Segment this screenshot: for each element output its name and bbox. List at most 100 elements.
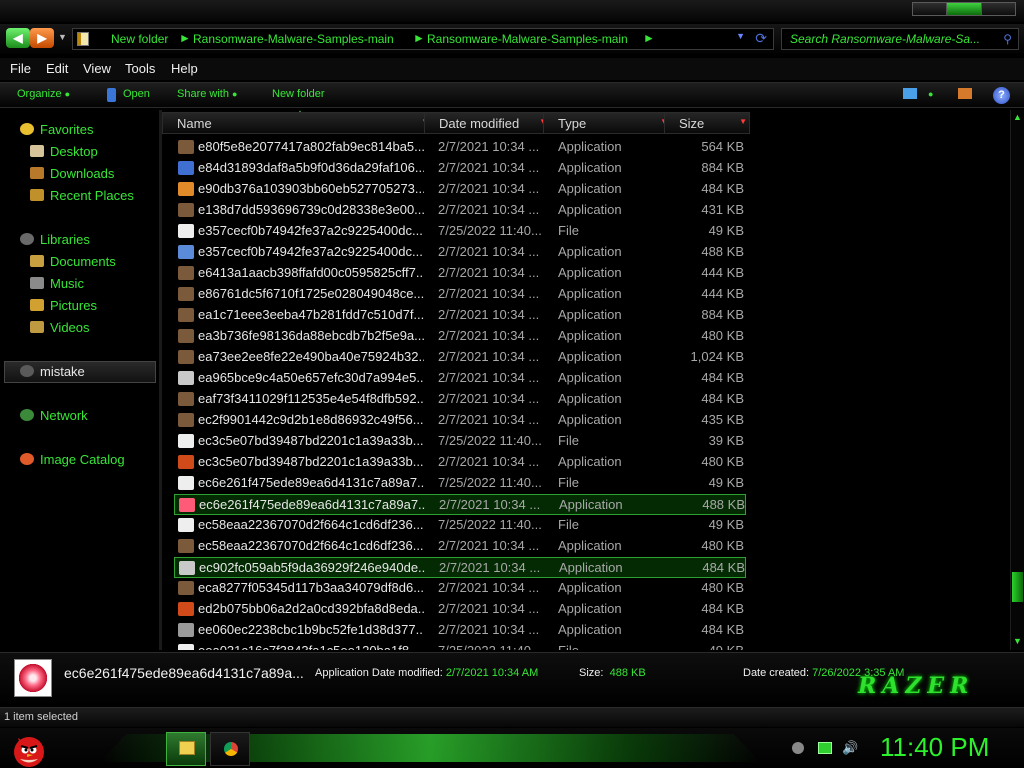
scroll-down-icon[interactable]: ▼ — [1013, 636, 1022, 646]
menu-view[interactable]: View — [83, 61, 111, 76]
music-icon — [30, 277, 44, 289]
nav-desktop[interactable]: Desktop — [30, 144, 98, 159]
menu-help[interactable]: Help — [171, 61, 198, 76]
breadcrumb-new-folder[interactable]: New folder — [111, 32, 168, 46]
address-bar[interactable]: New folder ► Ransomware-Malware-Samples-… — [72, 28, 774, 50]
volume-icon[interactable]: 🔊 — [842, 740, 858, 756]
file-row[interactable]: ea73ee2ee8fe22e490ba40e75924b32... 2/7/20… — [174, 347, 746, 368]
file-row[interactable]: ec902fc059ab5f9da36929f246e940de... 2/7/2… — [174, 557, 746, 578]
file-row[interactable]: e6413a1aacb398ffafd00c0595825cff7... 2/7/… — [174, 263, 746, 284]
file-row[interactable]: eea031c16c7f3843fa1c5ee120ba1f8... 7/25/2… — [174, 641, 746, 650]
column-header-size[interactable]: Size ▼ — [664, 112, 750, 134]
nav-pictures[interactable]: Pictures — [30, 298, 97, 313]
view-dropdown-icon[interactable]: ● — [928, 89, 933, 99]
nav-network[interactable]: Network — [20, 408, 88, 423]
column-header-name[interactable]: Name▼ — [162, 112, 432, 134]
file-row[interactable]: eca8277f05345d117b3aa34079df8d6... 2/7/20… — [174, 578, 746, 599]
file-row[interactable]: ea965bce9c4a50e657efc30d7a994e5... 2/7/20… — [174, 368, 746, 389]
search-input[interactable]: Search Ransomware-Malware-Sa... — [790, 32, 980, 46]
breadcrumb-separator-icon[interactable]: ► — [179, 31, 191, 45]
action-center-icon[interactable] — [818, 742, 832, 754]
recent-pages-dropdown[interactable]: ▼ — [58, 32, 67, 42]
column-header-type[interactable]: Type▼ — [543, 112, 671, 134]
file-row[interactable]: e80f5e8e2077417a802fab9ec814ba5... 2/7/20… — [174, 137, 746, 158]
file-row[interactable]: ea1c71eee3eeba47b281fdd7c510d7f... 2/7/20… — [174, 305, 746, 326]
file-row[interactable]: e86761dc5f6710f1725e028049048ce... 2/7/20… — [174, 284, 746, 305]
application-icon — [178, 308, 194, 322]
breadcrumb-separator-icon[interactable]: ► — [643, 31, 655, 45]
nav-videos[interactable]: Videos — [30, 320, 90, 335]
preview-pane-icon[interactable] — [958, 88, 972, 99]
address-row: ◀ ▶ ▼ New folder ► Ransomware-Malware-Sa… — [0, 24, 1024, 54]
vertical-scrollbar[interactable]: ▲ ▼ — [1010, 110, 1024, 650]
menu-edit[interactable]: Edit — [46, 61, 68, 76]
taskbar-explorer-button[interactable] — [166, 732, 206, 766]
breadcrumb-separator-icon[interactable]: ► — [413, 31, 425, 45]
menu-tools[interactable]: Tools — [125, 61, 155, 76]
file-row[interactable]: ec2f9901442c9d2b1e8d86932c49f56... 2/7/20… — [174, 410, 746, 431]
file-type: File — [558, 433, 579, 448]
nav-recent-places[interactable]: Recent Places — [30, 188, 134, 203]
breadcrumb-samples-main-1[interactable]: Ransomware-Malware-Samples-main — [193, 32, 394, 46]
nav-music[interactable]: Music — [30, 276, 84, 291]
menu-file[interactable]: File — [10, 61, 31, 76]
nav-downloads[interactable]: Downloads — [30, 166, 114, 181]
scroll-up-icon[interactable]: ▲ — [1013, 112, 1022, 122]
nav-documents[interactable]: Documents — [30, 254, 116, 269]
nav-image-catalog[interactable]: Image Catalog — [20, 452, 125, 467]
file-size: 1,024 KB — [690, 349, 745, 364]
help-icon[interactable]: ? — [993, 87, 1010, 104]
file-row[interactable]: ec58eaa22367070d2f664c1cd6df236... 2/7/20… — [174, 536, 746, 557]
application-icon — [178, 266, 194, 280]
file-row[interactable]: e84d31893daf8a5b9f0d36da29faf106... 2/7/2… — [174, 158, 746, 179]
nav-favorites[interactable]: Favorites — [20, 122, 93, 137]
file-row[interactable]: ec58eaa22367070d2f664c1cd6df236... 7/25/2… — [174, 515, 746, 536]
file-row[interactable]: e90db376a103903bb60eb527705273... 2/7/202… — [174, 179, 746, 200]
file-type: Application — [558, 349, 622, 364]
forward-button[interactable]: ▶ — [30, 28, 54, 48]
file-type: Application — [558, 265, 622, 280]
file-row[interactable]: ec6e261f475ede89ea6d4131c7a89a7... 7/25/2… — [174, 473, 746, 494]
file-type: Application — [558, 538, 622, 553]
file-row[interactable]: ec3c5e07bd39487bd2201c1a39a33b... 7/25/20… — [174, 431, 746, 452]
file-row[interactable]: ec6e261f475ede89ea6d4131c7a89a7... 2/7/20… — [174, 494, 746, 515]
file-date-modified: 2/7/2021 10:34 ... — [439, 560, 541, 575]
address-dropdown-icon[interactable]: ▼ — [736, 31, 745, 41]
share-with-button[interactable]: Share with ● — [177, 88, 237, 100]
file-row[interactable]: ee060ec2238cbc1b9bc52fe1d38d377... 2/7/20… — [174, 620, 746, 641]
file-row[interactable]: e357cecf0b74942fe37a2c9225400dc... 2/7/20… — [174, 242, 746, 263]
search-icon[interactable]: ⚲ — [1003, 32, 1012, 46]
file-row[interactable]: e138d7dd593696739c0d28338e3e00... 2/7/202… — [174, 200, 746, 221]
nav-libraries[interactable]: Libraries — [20, 232, 90, 247]
new-folder-button[interactable]: New folder — [272, 88, 325, 100]
file-row[interactable]: ec3c5e07bd39487bd2201c1a39a33b... 2/7/202… — [174, 452, 746, 473]
file-type: Application — [558, 601, 622, 616]
details-size-value: 488 KB — [609, 667, 646, 679]
scrollbar-thumb[interactable] — [1012, 572, 1023, 602]
clock[interactable]: 11:40 PM — [880, 732, 989, 763]
nav-mistake[interactable]: mistake — [20, 364, 85, 379]
folder-icon — [179, 741, 195, 755]
tray-arrow-icon[interactable] — [792, 742, 804, 754]
minimize-button[interactable] — [913, 3, 948, 15]
maximize-button[interactable] — [947, 3, 982, 15]
file-name: ec6e261f475ede89ea6d4131c7a89a7... — [199, 497, 425, 512]
back-button[interactable]: ◀ — [6, 28, 30, 48]
open-button[interactable]: Open — [123, 88, 150, 100]
breadcrumb-samples-main-2[interactable]: Ransomware-Malware-Samples-main — [427, 32, 628, 46]
file-date-modified: 2/7/2021 10:34 ... — [438, 244, 540, 259]
file-row[interactable]: e357cecf0b74942fe37a2c9225400dc... 7/25/2… — [174, 221, 746, 242]
view-options-icon[interactable] — [903, 88, 917, 99]
file-row[interactable]: ed2b075bb06a2d2a0cd392bfa8d8eda... 2/7/20… — [174, 599, 746, 620]
start-button-angry-bird-icon[interactable] — [8, 728, 48, 768]
file-row[interactable]: eaf73f3411029f112535e4e54f8dfb592... 2/7/… — [174, 389, 746, 410]
filter-dropdown-icon[interactable]: ▼ — [739, 117, 747, 126]
column-header-date[interactable]: Date modified▼ — [424, 112, 550, 134]
file-name: ec2f9901442c9d2b1e8d86932c49f56... — [198, 412, 424, 427]
file-row[interactable]: ea3b736fe98136da88ebcdb7b2f5e9a... 2/7/20… — [174, 326, 746, 347]
close-button[interactable] — [982, 3, 1015, 15]
refresh-icon[interactable]: ⟳ — [755, 30, 767, 47]
search-box[interactable]: Search Ransomware-Malware-Sa... ⚲ — [781, 28, 1019, 50]
taskbar-chrome-button[interactable] — [210, 732, 250, 766]
organize-button[interactable]: Organize ● — [17, 88, 70, 100]
